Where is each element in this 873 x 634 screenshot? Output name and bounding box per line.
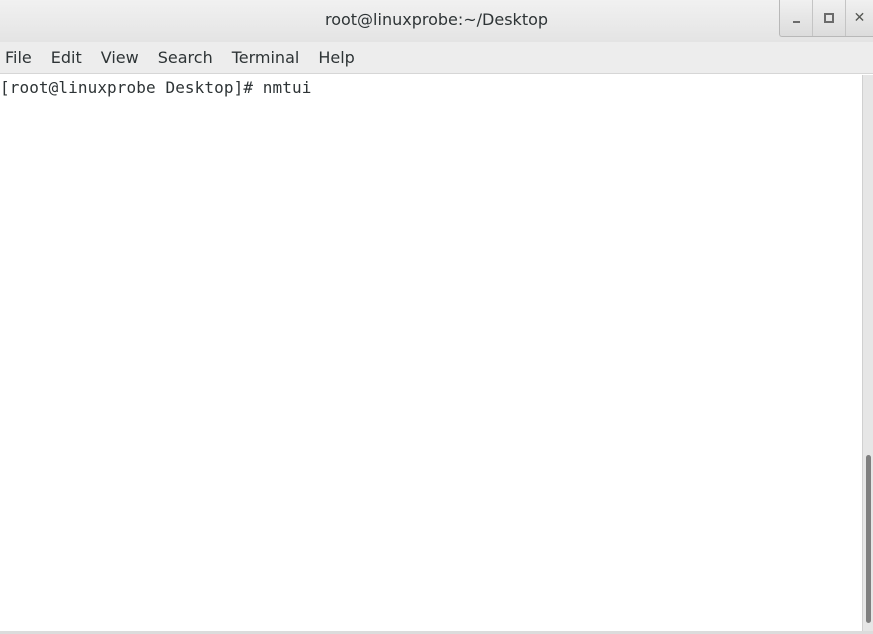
- menu-file[interactable]: File: [0, 42, 40, 74]
- terminal-window: root@linuxprobe:~/Desktop ✕ File Edit Vi…: [0, 0, 873, 634]
- menu-bar: File Edit View Search Terminal Help: [0, 42, 873, 74]
- terminal-output[interactable]: [root@linuxprobe Desktop]# nmtui: [0, 75, 862, 631]
- maximize-button[interactable]: [813, 0, 846, 36]
- vertical-scrollbar[interactable]: [862, 75, 873, 634]
- window-controls: ✕: [779, 0, 873, 37]
- minimize-button[interactable]: [780, 0, 813, 36]
- close-icon: ✕: [853, 10, 866, 26]
- maximize-icon: [824, 13, 834, 23]
- menu-edit[interactable]: Edit: [46, 42, 90, 74]
- menu-terminal[interactable]: Terminal: [227, 42, 308, 74]
- menu-search[interactable]: Search: [153, 42, 221, 74]
- title-bar[interactable]: root@linuxprobe:~/Desktop ✕: [0, 0, 873, 42]
- scrollbar-thumb[interactable]: [866, 455, 871, 623]
- menu-help[interactable]: Help: [313, 42, 362, 74]
- minimize-icon: [792, 21, 800, 23]
- terminal-line: [root@linuxprobe Desktop]# nmtui: [0, 78, 312, 97]
- window-title: root@linuxprobe:~/Desktop: [324, 10, 549, 29]
- menu-view[interactable]: View: [96, 42, 147, 74]
- close-button[interactable]: ✕: [846, 0, 873, 36]
